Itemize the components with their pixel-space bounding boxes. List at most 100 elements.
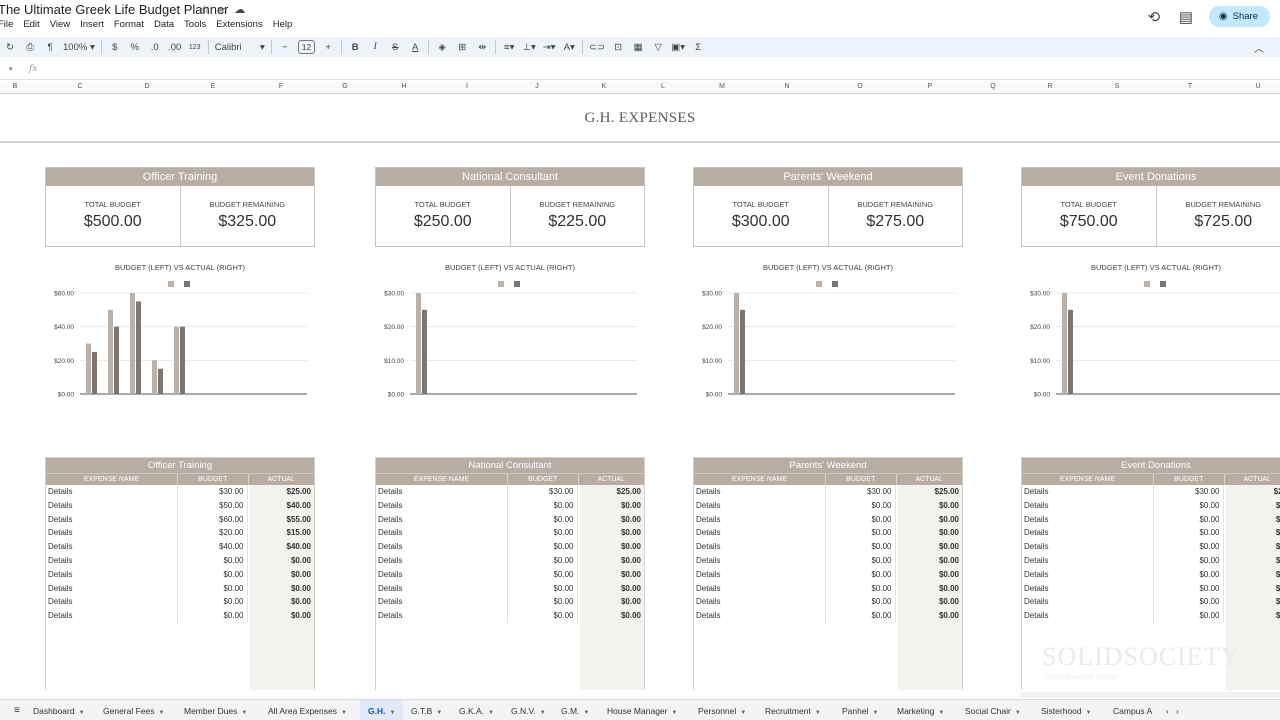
budget-cell[interactable]: $0.00 (826, 553, 897, 568)
expense-table[interactable]: Parents' Weekend EXPENSE NAME BUDGET ACT… (693, 457, 963, 690)
actual-cell[interactable]: $0. (1224, 554, 1280, 568)
budget-cell[interactable]: $0.00 (826, 581, 897, 596)
expense-name-cell[interactable]: Details (376, 609, 508, 623)
actual-bar[interactable] (740, 309, 745, 394)
menu-help[interactable]: Help (273, 19, 293, 30)
expense-name-cell[interactable]: Details (376, 512, 508, 527)
insert-comment-icon[interactable]: ⊡ (611, 38, 625, 56)
actual-cell[interactable]: $25.00 (578, 485, 644, 499)
column-header-k[interactable]: K (602, 83, 607, 90)
functions-button[interactable]: Σ (691, 38, 705, 56)
actual-cell[interactable]: $0. (1224, 609, 1280, 623)
budget-bar[interactable] (152, 360, 157, 394)
expense-name-cell[interactable]: Details (46, 540, 178, 554)
column-header-o[interactable]: O (857, 83, 862, 90)
expense-name-cell[interactable]: Details (694, 526, 826, 541)
total-budget-cell[interactable]: TOTAL BUDGET $300.00 (694, 186, 828, 246)
budget-cell[interactable]: $50.00 (178, 498, 249, 513)
expense-name-cell[interactable]: Details (1022, 609, 1154, 623)
expense-name-cell[interactable]: Details (1022, 567, 1154, 582)
decrease-decimal-button[interactable]: .0 (148, 38, 162, 56)
column-header-c[interactable]: C (77, 83, 82, 90)
budget-cell[interactable]: $20.00 (178, 526, 249, 541)
tab-menu-caret-icon[interactable]: ▼ (436, 710, 442, 716)
actual-cell[interactable]: $0. (1224, 568, 1280, 582)
expense-name-cell[interactable]: Details (376, 498, 508, 513)
actual-cell[interactable]: $0.00 (896, 609, 962, 623)
budget-cell[interactable]: $0.00 (508, 526, 579, 541)
table-row[interactable]: Details $40.00 $40.00 (46, 540, 314, 554)
column-header-s[interactable]: S (1115, 83, 1120, 90)
budget-cell[interactable]: $0.00 (826, 540, 897, 554)
font-select[interactable]: Calibri ▾ (215, 38, 265, 56)
actual-cell[interactable]: $0.00 (578, 582, 644, 596)
strikethrough-button[interactable]: S (388, 38, 402, 56)
italic-button[interactable]: I (368, 38, 382, 56)
expense-name-cell[interactable]: Details (694, 553, 826, 568)
percent-button[interactable]: % (128, 38, 142, 56)
column-header-u[interactable]: U (1255, 83, 1260, 90)
sheet-tab-social-chair[interactable]: Social Chair ▼ (965, 700, 1021, 720)
budget-cell[interactable]: $0.00 (1154, 526, 1225, 541)
sheet-tab-marketing[interactable]: Marketing ▼ (897, 700, 944, 720)
table-row[interactable]: Details $20.00 $15.00 (46, 526, 314, 541)
budget-cell[interactable]: $0.00 (508, 595, 579, 610)
expense-name-cell[interactable]: Details (694, 540, 826, 554)
expense-name-cell[interactable]: Details (1022, 485, 1154, 499)
budget-cell[interactable]: $0.00 (1154, 581, 1225, 596)
actual-cell[interactable]: $0.00 (578, 513, 644, 527)
table-row[interactable]: Details $0.00 $0.00 (46, 595, 314, 610)
budget-cell[interactable]: $0.00 (826, 512, 897, 527)
table-row[interactable]: Details $0.00 $0.00 (694, 512, 962, 527)
expense-name-cell[interactable]: Details (376, 553, 508, 568)
actual-cell[interactable]: $55.00 (248, 513, 314, 527)
actual-cell[interactable]: $0.00 (896, 595, 962, 609)
table-row[interactable]: Details $30.00 $25.00 (46, 485, 314, 499)
budget-cell[interactable]: $30.00 (826, 485, 897, 499)
table-row[interactable]: Details $30.00 $25.00 (376, 485, 644, 499)
total-budget-cell[interactable]: TOTAL BUDGET $250.00 (376, 186, 510, 246)
budget-cell[interactable]: $0.00 (826, 526, 897, 541)
name-box-dropdown-icon[interactable]: ▾ (9, 65, 13, 73)
sheet-tab-recruitment[interactable]: Recruitment ▼ (765, 700, 821, 720)
budget-cell[interactable]: $0.00 (178, 609, 249, 623)
budget-cell[interactable]: $0.00 (1154, 512, 1225, 527)
expense-name-cell[interactable]: Details (46, 498, 178, 513)
table-row[interactable]: Details $60.00 $55.00 (46, 512, 314, 527)
expense-name-cell[interactable]: Details (694, 485, 826, 499)
table-row[interactable]: Details $0.00 $0.00 (46, 581, 314, 596)
budget-remaining-cell[interactable]: BUDGET REMAINING $275.00 (827, 186, 963, 246)
expense-name-cell[interactable]: Details (1022, 540, 1154, 554)
table-row[interactable]: Details $0.00 $0.00 (376, 567, 644, 582)
menu-extensions[interactable]: Extensions (216, 19, 262, 30)
total-budget-cell[interactable]: TOTAL BUDGET $500.00 (46, 186, 180, 246)
expense-name-cell[interactable]: Details (1022, 498, 1154, 513)
actual-bar[interactable] (422, 309, 427, 394)
budget-vs-actual-chart[interactable]: $0.00 $20.00 $40.00 $60.00 (45, 277, 315, 397)
sheet-tab-general-fees[interactable]: General Fees ▼ (103, 700, 164, 720)
sheet-tab-g-t-b[interactable]: G.T.B ▼ (411, 700, 442, 720)
expense-name-cell[interactable]: Details (46, 567, 178, 582)
budget-cell[interactable]: $0.00 (1154, 609, 1225, 623)
actual-cell[interactable]: $0.00 (896, 554, 962, 568)
increase-decimal-button[interactable]: .00 (168, 38, 182, 56)
actual-cell[interactable]: $15.00 (248, 526, 314, 540)
tab-menu-caret-icon[interactable]: ▼ (740, 710, 746, 716)
budget-cell[interactable]: $0.00 (508, 498, 579, 513)
sheet-tab-house-manager[interactable]: House Manager ▼ (607, 700, 677, 720)
text-color-button[interactable]: A (408, 38, 422, 56)
table-row[interactable]: Details $0.00 $0.00 (46, 609, 314, 623)
tab-menu-caret-icon[interactable]: ▼ (540, 710, 546, 716)
expense-name-cell[interactable]: Details (46, 485, 178, 499)
table-row[interactable]: Details $0.00 $0.00 (376, 595, 644, 610)
budget-cell[interactable]: $0.00 (508, 567, 579, 582)
menu-edit[interactable]: Edit (23, 19, 39, 30)
expense-name-cell[interactable]: Details (1022, 526, 1154, 541)
actual-cell[interactable]: $0. (1224, 595, 1280, 609)
sheet-tab-member-dues[interactable]: Member Dues ▼ (184, 700, 247, 720)
expense-name-cell[interactable]: Details (376, 526, 508, 541)
column-header-m[interactable]: M (719, 83, 725, 90)
tab-menu-caret-icon[interactable]: ▼ (389, 710, 395, 716)
budget-bar[interactable] (174, 326, 179, 394)
budget-cell[interactable]: $0.00 (508, 609, 579, 623)
